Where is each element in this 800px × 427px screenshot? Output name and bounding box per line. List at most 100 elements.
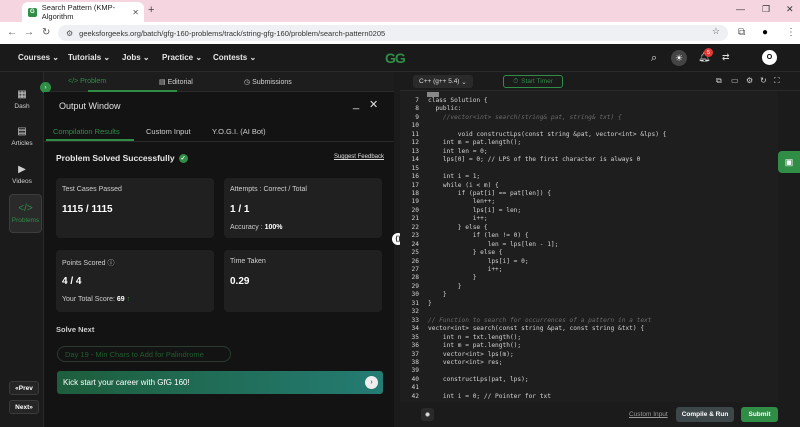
status-message: Problem Solved Successfully ✓ [56, 153, 188, 163]
editor-actions: ✹ Custom Input Compile & Run Submit [400, 402, 800, 427]
tab-compilation-results[interactable]: Compilation Results [53, 127, 120, 136]
profile-icon[interactable]: ● [762, 27, 768, 38]
address-bar[interactable]: ⚙ geeksforgeeks.org/batch/gfg-160-proble… [58, 25, 728, 41]
start-timer-button[interactable]: ⏱ Start Timer [503, 75, 563, 88]
test-cases-label: Test Cases Passed [62, 186, 122, 193]
sidebar-item-problems[interactable]: </> Problems [9, 194, 42, 233]
maximize-icon[interactable]: ❐ [762, 4, 770, 15]
minimize-panel-icon[interactable]: _ [353, 98, 359, 110]
close-tab-icon[interactable]: ✕ [132, 8, 139, 17]
sidebar-item-articles[interactable]: ▤ Articles [0, 126, 44, 147]
fullscreen-icon[interactable]: ⛶ [774, 76, 780, 86]
custom-input-link[interactable]: Custom Input [629, 411, 668, 418]
sidebar-item-videos[interactable]: ▶ Videos [0, 164, 44, 185]
suggest-feedback-link[interactable]: Suggest Feedback [334, 154, 384, 160]
editor-scrollbar[interactable] [778, 91, 800, 402]
tab-yogi-ai-bot[interactable]: Y.O.G.I. (AI Bot) [212, 127, 266, 136]
search-icon[interactable]: ⌕ [651, 52, 657, 65]
site-header: Courses ⌄ Tutorials ⌄ Jobs ⌄ Practice ⌄ … [0, 44, 800, 72]
code-line: int m = pat.length(); [428, 342, 522, 350]
left-sidebar: ▦ Dash ▤ Articles ▶ Videos </> Problems … [0, 72, 44, 427]
line-number: 27 [411, 266, 419, 273]
line-number: 23 [411, 232, 419, 240]
close-window-icon[interactable]: ✕ [786, 4, 794, 15]
accuracy-text: Accuracy : 100% [230, 224, 283, 231]
line-number: 42 [411, 392, 419, 400]
nav-tutorials[interactable]: Tutorials ⌄ [68, 53, 110, 62]
new-tab-button[interactable]: + [148, 4, 154, 16]
avatar[interactable]: O [762, 50, 777, 65]
output-window: Output Window _ ✕ Compilation Results Cu… [44, 92, 394, 427]
code-line: len = lps[len - 1]; [428, 240, 559, 248]
line-number: 40 [411, 375, 419, 383]
gfg-logo[interactable]: GG [385, 50, 406, 66]
hint-bulb-icon[interactable]: ✹ [421, 408, 434, 421]
line-number: 7 [415, 97, 419, 104]
reset-icon[interactable]: ↻ [760, 76, 767, 85]
code-line: lps[i] = len; [428, 206, 522, 214]
total-score-text: Your Total Score: 69 ↑ [62, 296, 131, 303]
code-line: } [428, 299, 432, 307]
gfg160-banner[interactable]: Kick start your career with GfG 160! › [57, 371, 383, 394]
check-circle-icon: ✓ [178, 153, 188, 163]
line-number: 12 [411, 139, 419, 147]
line-number: 33 [411, 316, 419, 324]
attempts-label: Attempts : Correct / Total [230, 186, 307, 193]
time-label: Time Taken [230, 258, 266, 265]
tab-problem[interactable]: </> Problem [68, 78, 106, 85]
theme-toggle-icon[interactable]: ☀ [671, 50, 687, 66]
line-number: 22 [411, 223, 419, 231]
back-arrow-icon[interactable]: ← [7, 27, 17, 38]
nav-courses[interactable]: Courses ⌄ [18, 53, 59, 62]
browser-tab[interactable]: G Search Pattern (KMP-Algorithm ✕ [22, 2, 144, 22]
compile-run-button[interactable]: Compile & Run [676, 407, 734, 422]
nav-practice[interactable]: Practice ⌄ [162, 53, 202, 62]
minimize-icon[interactable]: — [736, 4, 745, 14]
file-icon[interactable]: ▭ [731, 76, 739, 85]
site-info-icon[interactable]: ⚙ [66, 29, 73, 38]
next-button[interactable]: Next » [9, 400, 39, 414]
tab-submissions[interactable]: ◷ Submissions [244, 78, 292, 86]
code-line: lps[0] = 0; // LPS of the first characte… [428, 156, 641, 164]
extensions-icon[interactable]: ⧉ [738, 27, 745, 38]
test-cases-value: 1115 / 1115 [62, 204, 113, 215]
chrome-menu-icon[interactable]: ⋮ [786, 27, 796, 38]
code-line: //vector<int> search(string& pat, string… [428, 113, 622, 121]
submit-button[interactable]: Submit [741, 407, 778, 422]
time-value: 0.29 [230, 276, 250, 287]
reload-icon[interactable]: ↻ [42, 27, 50, 38]
language-select[interactable]: C++ (g++ 5.4) ⌄ [413, 75, 473, 88]
code-line: vector<int> res; [428, 358, 503, 366]
copy-icon[interactable]: ⧉ [716, 76, 722, 86]
code-line: class Solution { [428, 97, 488, 104]
chevron-right-icon[interactable]: › [365, 376, 378, 389]
solve-next-heading: Solve Next [56, 325, 95, 334]
code-line: } else { [428, 249, 503, 257]
next-problem-link[interactable]: Day 19 - Min Chars to Add for Palindrome [57, 346, 231, 362]
line-number: 35 [411, 333, 419, 341]
line-number: 39 [411, 367, 419, 375]
code-editor[interactable]: 7 class Solution {8 public: 9 //vector<int… [400, 91, 778, 402]
prev-button[interactable]: « Prev [9, 381, 39, 395]
bookmark-star-icon[interactable]: ☆ [712, 26, 720, 37]
settings-icon[interactable]: ⚙ [746, 76, 753, 85]
info-icon[interactable]: ⓘ [108, 260, 115, 267]
line-number: 13 [411, 147, 419, 155]
code-line: i++; [428, 266, 503, 273]
tab-custom-input[interactable]: Custom Input [146, 127, 191, 136]
up-arrow-icon: ↑ [126, 296, 131, 303]
nav-jobs[interactable]: Jobs ⌄ [122, 53, 150, 62]
code-line: void constructLps(const string &pat, vec… [428, 130, 667, 138]
sidebar-item-dash[interactable]: ▦ Dash [0, 89, 44, 110]
close-panel-icon[interactable]: ✕ [369, 98, 378, 111]
nav-contests[interactable]: Contests ⌄ [213, 53, 256, 62]
translate-icon[interactable]: ⇄ [722, 52, 730, 63]
tab-editorial[interactable]: ▤ Editorial [159, 78, 193, 86]
problem-tabs: </> Problem ▤ Editorial ◷ Submissions [44, 72, 394, 92]
output-window-title: Output Window [59, 101, 121, 111]
chat-icon[interactable]: ▣ [778, 151, 800, 173]
line-number: 38 [411, 358, 419, 366]
attempts-value: 1 / 1 [230, 204, 250, 215]
code-line: } [428, 291, 447, 299]
forward-arrow-icon[interactable]: → [24, 27, 34, 38]
